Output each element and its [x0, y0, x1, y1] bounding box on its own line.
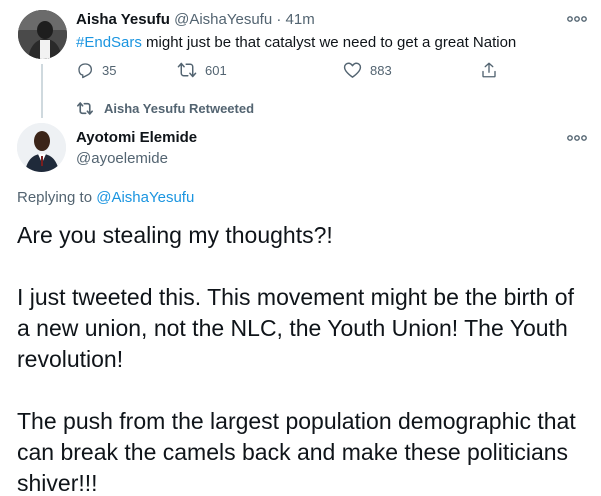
retweet-banner[interactable]: Aisha Yesufu Retweeted	[76, 101, 254, 116]
thread-line	[41, 64, 43, 118]
tweet2-more-button[interactable]	[567, 134, 587, 142]
share-icon	[482, 62, 496, 78]
more-icon	[567, 135, 587, 141]
tweet2-paragraph-3: The push from the largest population dem…	[17, 408, 576, 496]
replying-to-handle[interactable]: @AishaYesufu	[96, 189, 194, 206]
heart-icon	[343, 62, 362, 78]
avatar-ayotomi-image	[17, 123, 66, 172]
tweet1-text-rest: might just be that catalyst we need to g…	[141, 34, 517, 51]
tweet2-text: Are you stealing my thoughts?! I just tw…	[17, 220, 592, 496]
retweet-icon	[177, 62, 197, 78]
avatar-aisha[interactable]	[18, 10, 67, 59]
share-button[interactable]	[480, 61, 506, 79]
tweet1-header: Aisha Yesufu @AishaYesufu · 41m	[76, 11, 315, 28]
tweet2-paragraph-1: Are you stealing my thoughts?!	[17, 222, 333, 248]
tweet1-separator: ·	[272, 11, 286, 28]
tweet2-author-handle[interactable]: @ayoelemide	[76, 150, 168, 167]
replying-to: Replying to @AishaYesufu	[17, 189, 194, 206]
tweet1-author-handle[interactable]: @AishaYesufu	[174, 11, 272, 28]
retweet-button[interactable]: 601	[177, 61, 227, 79]
more-icon	[567, 16, 587, 22]
tweet1-hashtag[interactable]: #EndSars	[76, 34, 142, 51]
avatar-aisha-image	[18, 10, 67, 59]
avatar-ayotomi[interactable]	[17, 123, 66, 172]
tweet1-author-name[interactable]: Aisha Yesufu	[76, 11, 170, 28]
like-count: 883	[370, 62, 392, 78]
reply-count: 35	[102, 62, 117, 78]
retweet-banner-label: Aisha Yesufu Retweeted	[104, 101, 255, 116]
retweet-icon	[77, 102, 93, 115]
like-button[interactable]: 883	[343, 61, 392, 79]
tweet1-text: #EndSars might just be that catalyst we …	[76, 34, 516, 51]
reply-button[interactable]: 35	[76, 61, 116, 79]
replying-to-prefix: Replying to	[17, 189, 97, 206]
reply-icon	[78, 63, 93, 79]
tweet2-paragraph-2: I just tweeted this. This movement might…	[17, 284, 574, 372]
tweet2-author-name[interactable]: Ayotomi Elemide	[76, 129, 197, 146]
tweet1-more-button[interactable]	[567, 15, 587, 23]
retweet-count: 601	[205, 62, 227, 78]
tweet1-time[interactable]: 41m	[286, 11, 315, 28]
